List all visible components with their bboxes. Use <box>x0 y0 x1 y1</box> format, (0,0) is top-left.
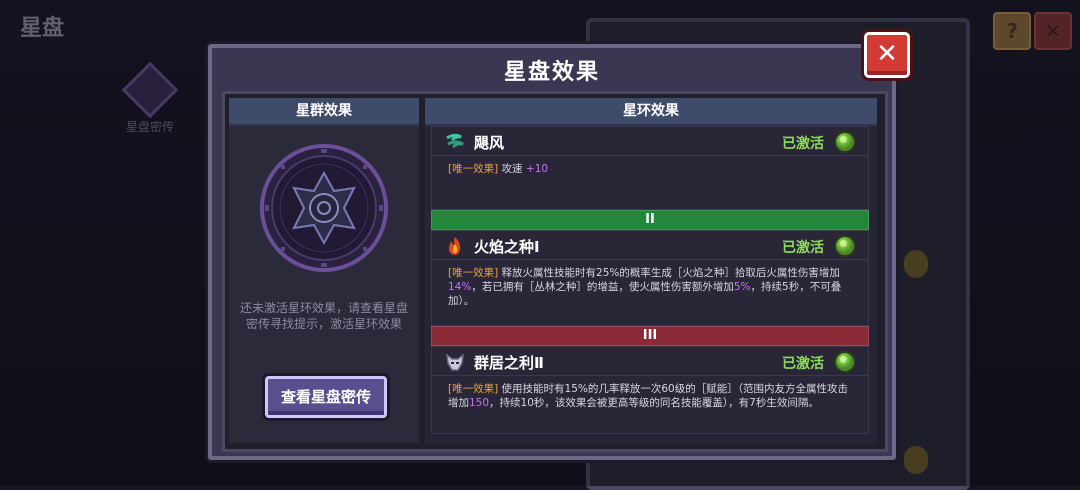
wolf-icon <box>446 353 464 371</box>
effect-text: ，持续10秒，该效果会被更高等级的同名技能覆盖），有7秒生效间隔。 <box>489 397 819 409</box>
effect-tag: [唯一效果] <box>448 383 499 395</box>
dialog-close-button[interactable]: ✕ <box>864 32 910 78</box>
tier-divider: II <box>431 210 869 230</box>
wind-icon <box>446 133 464 149</box>
effect-description: [唯一效果] 攻速 +10 <box>432 156 868 184</box>
effect-text: ，若已拥有［丛林之种］的增益，使火属性伤害额外增加 <box>471 281 734 293</box>
effect-name: 飓风 <box>474 134 505 152</box>
effect-value: 14% <box>448 281 472 293</box>
effect-list[interactable]: 飓风 已激活 [唯一效果] 攻速 +10 II 火焰之种Ⅰ 已激活 [唯一效果]… <box>431 126 869 442</box>
dialog-title: 星盘效果 <box>503 60 600 85</box>
effect-text: 释放火属性技能时有25%的概率生成［火焰之种］拾取后火属性伤害增加 <box>498 267 840 279</box>
star-ring-effect-header: 星环效果 <box>425 98 877 126</box>
effect-header: 飓风 已激活 <box>432 127 868 156</box>
effect-header: 群居之利Ⅱ 已激活 <box>432 347 868 376</box>
star-ring-effect-panel: 星环效果 飓风 已激活 [唯一效果] 攻速 +10 II 火焰之种Ⅰ 已激活 [… <box>425 98 877 443</box>
active-status-icon <box>834 235 856 257</box>
effect-tag: [唯一效果] <box>448 163 499 175</box>
effect-status: 已激活 <box>782 240 824 256</box>
constellation-effect-panel: 星群效果 还未激活星环效果，请查看星盘密传寻找提示，激活星环效果 查看星盘密传 <box>229 98 419 443</box>
effect-status: 已激活 <box>782 136 824 152</box>
dialog-body: 星群效果 还未激活星环效果，请查看星盘密传寻找提示，激活星环效果 查看星盘密传 … <box>222 91 888 452</box>
constellation-effect-header: 星群效果 <box>229 98 419 126</box>
view-star-disc-lore-button[interactable]: 查看星盘密传 <box>265 376 387 418</box>
effect-value: +10 <box>525 163 549 175</box>
active-status-icon <box>834 351 856 373</box>
active-status-icon <box>834 131 856 153</box>
effect-value: 5% <box>733 281 751 293</box>
effect-value: 150 <box>469 397 490 409</box>
effect-header: 火焰之种Ⅰ 已激活 <box>432 231 868 260</box>
effect-name: 群居之利Ⅱ <box>474 354 544 372</box>
effect-item: 飓风 已激活 [唯一效果] 攻速 +10 <box>431 126 869 210</box>
effect-name: 火焰之种Ⅰ <box>474 238 540 256</box>
effect-description: [唯一效果] 使用技能时有15%的几率释放一次60级的［赋能］（范围内友方全属性… <box>432 376 868 418</box>
effect-text: 攻速 <box>498 163 526 175</box>
effect-item: 群居之利Ⅱ 已激活 [唯一效果] 使用技能时有15%的几率释放一次60级的［赋能… <box>431 346 869 434</box>
inactive-hint-text: 还未激活星环效果，请查看星盘密传寻找提示，激活星环效果 <box>239 301 408 331</box>
star-disc-icon <box>260 144 388 272</box>
flame-seed-icon <box>449 237 461 255</box>
effect-tag: [唯一效果] <box>448 267 499 279</box>
star-disc-effect-dialog: 星盘效果 ✕ 星群效果 还未激活星环效果，请查看星盘密传寻找提示，激活星环效果 … <box>208 32 910 460</box>
effect-item: 火焰之种Ⅰ 已激活 [唯一效果] 释放火属性技能时有25%的概率生成［火焰之种］… <box>431 230 869 326</box>
tier-divider: III <box>431 326 869 346</box>
effect-description: [唯一效果] 释放火属性技能时有25%的概率生成［火焰之种］拾取后火属性伤害增加… <box>432 260 868 316</box>
effect-status: 已激活 <box>782 356 824 372</box>
